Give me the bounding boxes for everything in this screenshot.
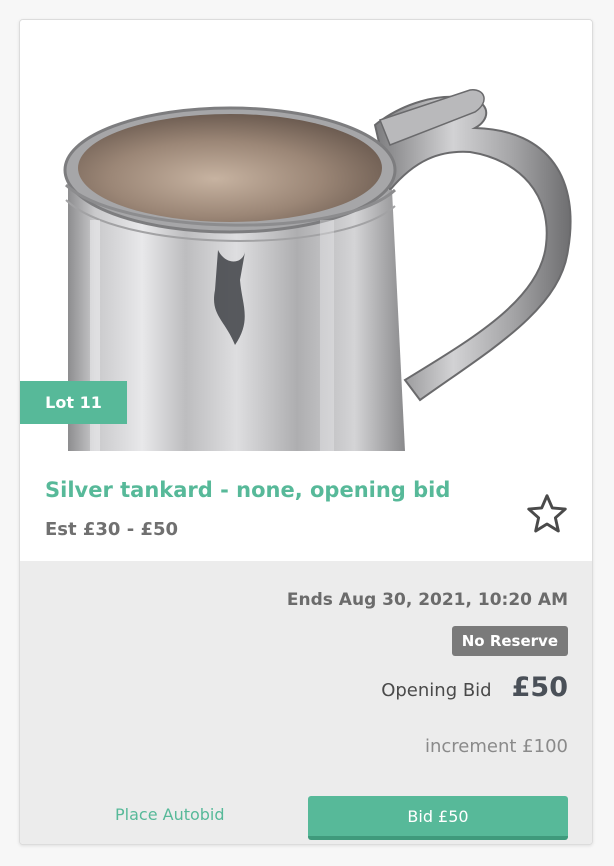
no-reserve-badge: No Reserve xyxy=(451,626,568,656)
opening-bid-value: £50 xyxy=(511,672,568,703)
lot-number-badge: Lot 11 xyxy=(20,381,127,424)
favorite-button[interactable] xyxy=(523,490,571,538)
lot-estimate: Est £30 - £50 xyxy=(45,519,179,540)
lot-title[interactable]: Silver tankard - none, opening bid xyxy=(45,476,515,504)
end-time: Ends Aug 30, 2021, 10:20 AM xyxy=(286,590,568,610)
lot-card: Lot 11 Silver tankard - none, opening bi… xyxy=(19,19,593,845)
opening-bid-label: Opening Bid xyxy=(381,680,492,701)
opening-bid-row: Opening Bid £50 xyxy=(381,672,568,703)
lot-image[interactable]: Lot 11 xyxy=(20,20,592,451)
bid-increment: increment £100 xyxy=(425,736,568,757)
star-icon xyxy=(527,494,567,533)
bid-panel: Ends Aug 30, 2021, 10:20 AM No Reserve O… xyxy=(20,561,592,844)
lot-info: Silver tankard - none, opening bid Est £… xyxy=(20,451,592,561)
bid-button[interactable]: Bid £50 xyxy=(308,796,568,840)
place-autobid-link[interactable]: Place Autobid xyxy=(115,805,225,824)
